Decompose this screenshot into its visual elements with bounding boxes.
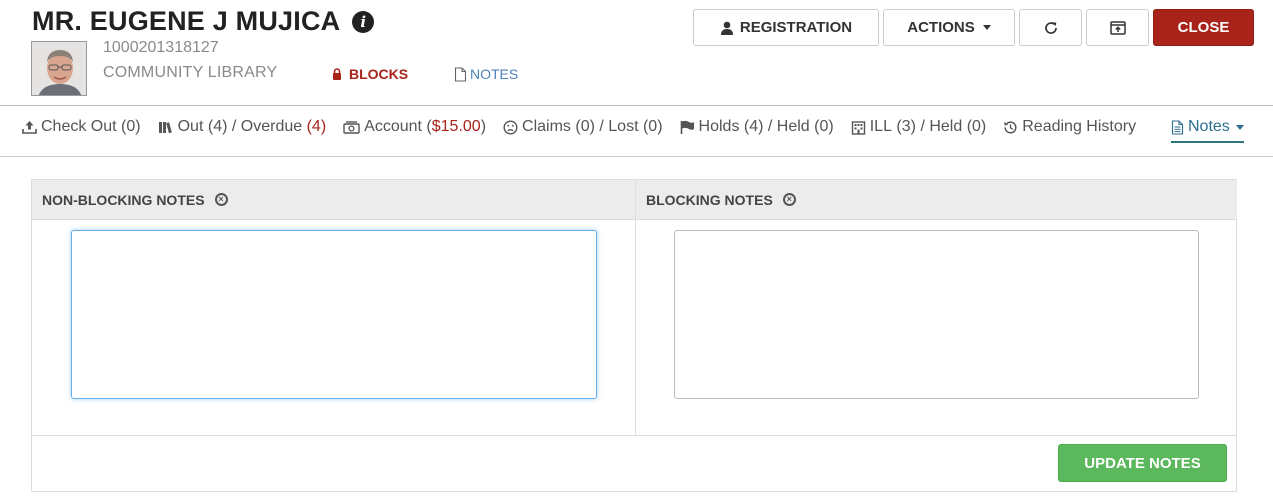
nav-out-count: (4) <box>207 118 228 135</box>
flag-icon <box>680 120 694 134</box>
panel-footer-divider <box>32 435 1236 436</box>
patron-library: COMMUNITY LIBRARY <box>103 64 278 81</box>
notes-panel: NON-BLOCKING NOTES × BLOCKING NOTES × UP… <box>31 179 1237 492</box>
refresh-icon <box>1044 21 1057 34</box>
update-notes-button[interactable]: UPDATE NOTES <box>1058 444 1227 482</box>
blocking-notes-title: BLOCKING NOTES <box>646 191 773 208</box>
nav-overdue-count: (4) <box>306 118 327 135</box>
nav-reading-history[interactable]: Reading History <box>1003 118 1136 136</box>
info-icon[interactable]: i <box>352 10 375 33</box>
blocks-label: BLOCKS <box>349 66 409 82</box>
document-icon <box>454 66 467 82</box>
nav-account-paren-close: ) <box>480 118 487 135</box>
nav-checkout-count: (0) <box>121 118 141 135</box>
non-blocking-notes-input[interactable] <box>71 230 597 399</box>
nav-out-label: Out <box>177 118 204 135</box>
books-icon <box>158 121 172 133</box>
popout-icon <box>1109 20 1126 35</box>
column-divider <box>635 220 636 435</box>
nav-history-label: Reading History <box>1022 118 1137 135</box>
lock-icon <box>333 68 341 80</box>
nav-holds[interactable]: Holds (4) / Held (0) <box>680 118 834 136</box>
blocking-notes-input[interactable] <box>674 230 1199 399</box>
avatar <box>31 41 87 96</box>
money-icon <box>343 121 360 134</box>
nav-claims[interactable]: Claims (0) / Lost (0) <box>503 118 663 136</box>
nav-divider <box>0 156 1273 157</box>
document-lines-icon <box>1171 119 1184 135</box>
nav-held-label: / Held <box>767 118 810 135</box>
blocking-notes-header: BLOCKING NOTES × <box>635 180 1237 220</box>
nav-lost-label: / Lost <box>599 118 639 135</box>
chevron-down-icon <box>982 25 991 30</box>
non-blocking-notes-title: NON-BLOCKING NOTES <box>42 191 205 208</box>
clear-icon[interactable]: × <box>782 193 796 206</box>
registration-button[interactable]: REGISTRATION <box>693 9 879 46</box>
nav-held-count: (0) <box>814 118 834 135</box>
chevron-down-icon <box>1235 124 1244 130</box>
history-icon <box>1004 120 1017 133</box>
notes-link[interactable]: NOTES <box>454 66 518 82</box>
actions-label: ACTIONS <box>907 19 975 36</box>
notes-label: NOTES <box>470 66 519 82</box>
nav-holds-label: Holds <box>698 118 740 135</box>
nav-lost-count: (0) <box>642 118 663 135</box>
nav-account[interactable]: Account ($15.00) <box>343 118 486 136</box>
nav-ill-count: (3) <box>896 118 916 135</box>
nav-ill-held-label: / Held <box>920 118 963 135</box>
nav-ill-label: ILL <box>869 118 892 135</box>
nav-account-amount: $15.00 <box>431 118 481 135</box>
patron-name: MR. EUGENE J MUJICA i <box>32 6 375 37</box>
patron-barcode: 1000201318127 <box>103 39 219 56</box>
nav-claims-count: (0) <box>575 118 595 135</box>
header-divider <box>0 105 1273 106</box>
patron-nav: Check Out (0) Out (4) / Overdue (4) Acco… <box>22 118 1136 136</box>
patron-name-text: MR. EUGENE J MUJICA <box>32 6 341 36</box>
nav-overdue-label: / Overdue <box>231 118 303 135</box>
popout-button[interactable] <box>1086 9 1149 46</box>
user-icon <box>720 21 733 35</box>
frown-icon <box>503 119 518 135</box>
close-button[interactable]: CLOSE <box>1153 9 1254 46</box>
nav-account-label: Account <box>364 118 422 135</box>
upload-icon <box>22 121 37 134</box>
non-blocking-notes-header: NON-BLOCKING NOTES × <box>32 180 635 220</box>
refresh-button[interactable] <box>1019 9 1082 46</box>
nav-out[interactable]: Out (4) / Overdue (4) <box>158 118 327 136</box>
nav-notes-label: Notes <box>1188 118 1230 135</box>
nav-ill[interactable]: ILL (3) / Held (0) <box>851 118 987 136</box>
nav-checkout-label: Check Out <box>41 118 117 135</box>
blocks-link[interactable]: BLOCKS <box>332 66 408 82</box>
nav-ill-held-count: (0) <box>966 118 987 135</box>
nav-holds-count: (4) <box>743 118 764 135</box>
clear-icon[interactable]: × <box>214 193 228 206</box>
building-icon <box>851 120 865 135</box>
nav-checkout[interactable]: Check Out (0) <box>22 118 141 136</box>
actions-dropdown-button[interactable]: ACTIONS <box>883 9 1015 46</box>
nav-notes-dropdown[interactable]: Notes <box>1171 118 1244 143</box>
registration-label: REGISTRATION <box>739 19 853 36</box>
nav-claims-label: Claims <box>522 118 571 135</box>
